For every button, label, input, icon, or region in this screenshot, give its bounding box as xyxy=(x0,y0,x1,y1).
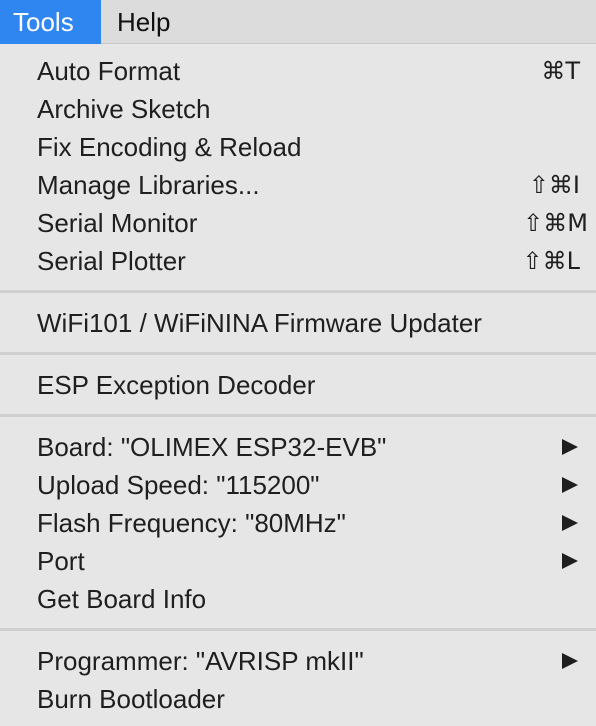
menu-item-burn-bootloader[interactable]: Burn Bootloader xyxy=(0,680,596,718)
menu-item-label: WiFi101 / WiFiNINA Firmware Updater xyxy=(37,308,482,338)
menu-item-upload-speed[interactable]: Upload Speed: "115200" xyxy=(0,466,596,504)
menu-item-port[interactable]: Port xyxy=(0,542,596,580)
menubar-help[interactable]: Help xyxy=(117,0,170,44)
submenu-arrow-icon xyxy=(562,653,578,669)
menu-item-shortcut: ⇧⌘L xyxy=(522,247,580,275)
menu-item-firmware-updater[interactable]: WiFi101 / WiFiNINA Firmware Updater xyxy=(0,304,596,342)
menu-item-label: Board: "OLIMEX ESP32-EVB" xyxy=(37,432,387,462)
menu-item-label: Serial Plotter xyxy=(37,246,186,276)
menu-item-label: Serial Monitor xyxy=(37,208,198,238)
menu-item-esp-exception-decoder[interactable]: ESP Exception Decoder xyxy=(0,366,596,404)
menu-item-shortcut: ⌘T xyxy=(541,57,580,85)
menu-item-get-board-info[interactable]: Get Board Info xyxy=(0,580,596,618)
menu-item-flash-frequency[interactable]: Flash Frequency: "80MHz" xyxy=(0,504,596,542)
menu-bar: Tools Help xyxy=(0,0,596,44)
menu-item-label: ESP Exception Decoder xyxy=(37,370,316,400)
menu-separator xyxy=(0,290,596,293)
submenu-arrow-icon xyxy=(562,439,578,455)
menu-item-fix-encoding[interactable]: Fix Encoding & Reload xyxy=(0,128,596,166)
menu-item-manage-libraries[interactable]: Manage Libraries... ⇧⌘I xyxy=(0,166,596,204)
menu-separator xyxy=(0,628,596,631)
submenu-arrow-icon xyxy=(562,553,578,569)
menu-item-label: Archive Sketch xyxy=(37,94,211,124)
menu-item-programmer[interactable]: Programmer: "AVRISP mkII" xyxy=(0,642,596,680)
menu-item-label: Burn Bootloader xyxy=(37,684,225,714)
menu-item-archive-sketch[interactable]: Archive Sketch xyxy=(0,90,596,128)
menu-item-shortcut: ⇧⌘I xyxy=(528,171,580,199)
menu-item-board[interactable]: Board: "OLIMEX ESP32-EVB" xyxy=(0,428,596,466)
submenu-arrow-icon xyxy=(562,515,578,531)
menu-item-label: Get Board Info xyxy=(37,584,207,614)
tools-dropdown-menu: Auto Format ⌘T Archive Sketch Fix Encodi… xyxy=(0,44,596,726)
menu-item-label: Port xyxy=(37,546,85,576)
menu-item-serial-plotter[interactable]: Serial Plotter ⇧⌘L xyxy=(0,242,596,280)
menu-item-label: Upload Speed: "115200" xyxy=(37,470,320,500)
menu-item-serial-monitor[interactable]: Serial Monitor ⇧⌘M xyxy=(0,204,596,242)
menu-item-label: Flash Frequency: "80MHz" xyxy=(37,508,346,538)
menu-item-label: Fix Encoding & Reload xyxy=(37,132,302,162)
menubar-tools[interactable]: Tools xyxy=(0,0,101,44)
menu-separator xyxy=(0,414,596,417)
menu-item-label: Programmer: "AVRISP mkII" xyxy=(37,646,364,676)
menu-item-label: Manage Libraries... xyxy=(37,170,260,200)
menu-separator xyxy=(0,352,596,355)
submenu-arrow-icon xyxy=(562,477,578,493)
menu-item-shortcut: ⇧⌘M xyxy=(523,209,588,237)
menu-item-label: Auto Format xyxy=(37,56,181,86)
menu-item-auto-format[interactable]: Auto Format ⌘T xyxy=(0,52,596,90)
